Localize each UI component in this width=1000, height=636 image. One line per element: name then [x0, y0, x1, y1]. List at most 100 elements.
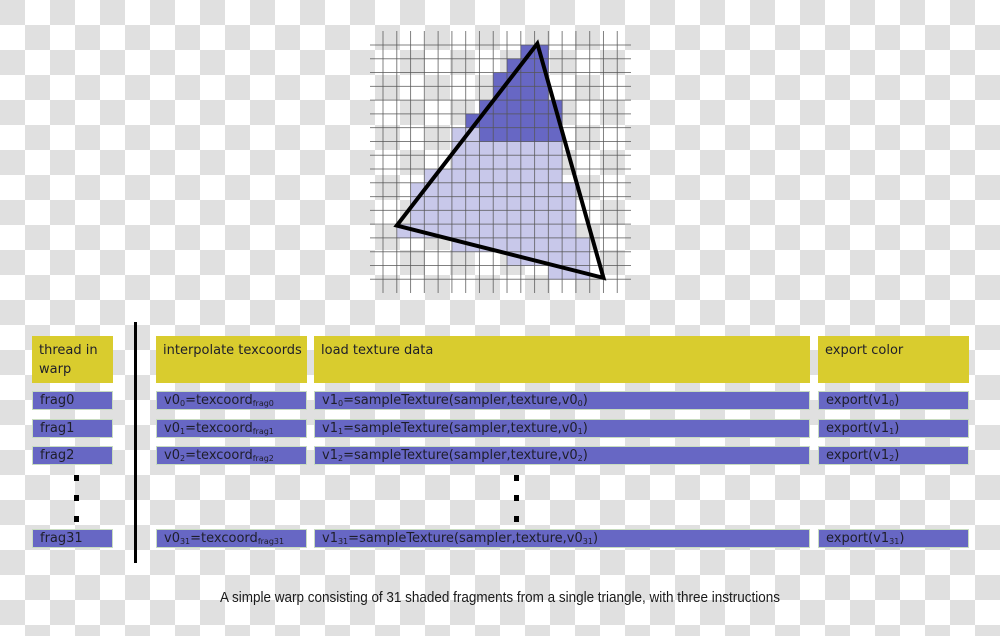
covered-fragment-cell	[562, 224, 577, 239]
export-cell: export(v131)	[818, 529, 969, 548]
ellipsis-dot	[74, 495, 79, 501]
load-var-subscript: 31	[337, 537, 349, 546]
load-close-paren: )	[582, 421, 588, 436]
covered-fragment-cell	[534, 224, 549, 239]
covered-fragment-cell	[465, 155, 480, 170]
interp-expr: =texcoord	[185, 393, 253, 408]
covered-fragment-cell	[534, 182, 549, 197]
warp-fragment-cell	[520, 86, 535, 101]
interp-expr-subscript: frag0	[252, 399, 274, 408]
covered-fragment-cell	[479, 169, 494, 184]
covered-fragment-cell	[562, 251, 577, 266]
interp-expr: =texcoord	[185, 421, 253, 436]
covered-fragment-cell	[548, 210, 563, 225]
covered-fragment-cell	[465, 196, 480, 211]
covered-fragment-cell	[507, 196, 522, 211]
ellipsis-dot	[514, 495, 519, 501]
covered-fragment-cell	[534, 196, 549, 211]
load-close-paren: )	[582, 448, 588, 463]
load-close-paren: )	[592, 531, 599, 546]
interp-expr-subscript: frag31	[257, 537, 285, 546]
interp-expr-subscript: frag2	[252, 454, 274, 463]
export-expr: export(v1	[826, 531, 890, 546]
covered-fragment-cell	[562, 196, 577, 211]
figure-caption: A simple warp consisting of 31 shaded fr…	[220, 590, 780, 606]
thread-label: frag2	[40, 448, 75, 463]
covered-fragment-cell	[548, 155, 563, 170]
covered-fragment-cell	[479, 224, 494, 239]
covered-fragment-cell	[479, 182, 494, 197]
interpolate-cell: v01=texcoordfrag1	[156, 419, 307, 438]
warp-fragment-cell	[507, 100, 522, 115]
warp-fragment-cell	[534, 127, 549, 142]
rasterized-triangle-diagram	[370, 31, 631, 293]
thread-label: frag31	[40, 531, 83, 546]
covered-fragment-cell	[534, 237, 549, 252]
interp-expr: =texcoord	[190, 531, 258, 546]
warp-fragment-cell	[479, 127, 494, 142]
ellipsis-dot	[514, 516, 519, 522]
covered-fragment-cell	[438, 196, 453, 211]
warp-fragment-cell	[507, 86, 522, 101]
covered-fragment-cell	[507, 155, 522, 170]
load-expr: =sampleTexture(sampler,texture,v0	[343, 448, 578, 463]
interpolate-cell: v02=texcoordfrag2	[156, 446, 307, 465]
covered-fragment-cell	[410, 210, 425, 225]
covered-fragment-cell	[507, 141, 522, 156]
load-texture-cell: v12=sampleTexture(sampler,texture,v02)	[314, 446, 810, 465]
interp-expr: =texcoord	[185, 448, 253, 463]
export-close-paren: )	[894, 421, 900, 436]
covered-fragment-cell	[548, 169, 563, 184]
load-var: v1	[322, 448, 338, 463]
warp-fragment-cell	[520, 100, 535, 115]
covered-fragment-cell	[520, 237, 535, 252]
export-close-paren: )	[899, 531, 905, 546]
covered-fragment-cell	[493, 182, 508, 197]
covered-fragment-cell	[451, 155, 466, 170]
warp-fragment-cell	[493, 127, 508, 142]
covered-fragment-cell	[575, 237, 590, 252]
interp-var: v0	[164, 531, 180, 546]
covered-fragment-cell	[562, 237, 577, 252]
covered-fragment-cell	[575, 251, 590, 266]
covered-fragment-cell	[493, 224, 508, 239]
ellipsis-dot	[514, 475, 519, 481]
covered-fragment-cell	[562, 182, 577, 197]
warp-fragment-cell	[534, 100, 549, 115]
covered-fragment-cell	[507, 169, 522, 184]
covered-fragment-cell	[451, 182, 466, 197]
covered-fragment-cell	[520, 169, 535, 184]
header-load-texture-data: load texture data	[314, 336, 810, 383]
covered-fragment-cell	[507, 182, 522, 197]
covered-fragment-cell	[520, 224, 535, 239]
covered-fragment-cell	[548, 182, 563, 197]
ellipsis-dot	[74, 516, 79, 522]
covered-fragment-cell	[451, 169, 466, 184]
load-var: v1	[322, 393, 338, 408]
covered-fragment-cell	[520, 196, 535, 211]
covered-fragment-cell	[479, 210, 494, 225]
load-arg-subscript: 31	[582, 537, 593, 546]
ellipsis-dot	[74, 475, 79, 481]
covered-fragment-cell	[507, 237, 522, 252]
interp-expr-subscript: frag1	[252, 427, 274, 436]
covered-fragment-cell	[451, 210, 466, 225]
load-expr: =sampleTexture(sampler,texture,v0	[348, 531, 583, 546]
warp-fragment-cell	[493, 113, 508, 128]
export-close-paren: )	[894, 393, 900, 408]
export-expr: export(v1	[826, 393, 890, 408]
covered-fragment-cell	[465, 210, 480, 225]
covered-fragment-cell	[562, 210, 577, 225]
warp-fragment-cell	[520, 113, 535, 128]
interp-var: v0	[164, 421, 180, 436]
covered-fragment-cell	[507, 224, 522, 239]
load-var: v1	[322, 531, 338, 546]
covered-fragment-cell	[479, 196, 494, 211]
covered-fragment-cell	[548, 237, 563, 252]
warp-fragment-cell	[507, 113, 522, 128]
covered-fragment-cell	[451, 224, 466, 239]
warp-fragment-cell	[507, 127, 522, 142]
covered-fragment-cell	[534, 155, 549, 170]
warp-fragment-cell	[534, 86, 549, 101]
export-subscript: 31	[889, 537, 900, 546]
